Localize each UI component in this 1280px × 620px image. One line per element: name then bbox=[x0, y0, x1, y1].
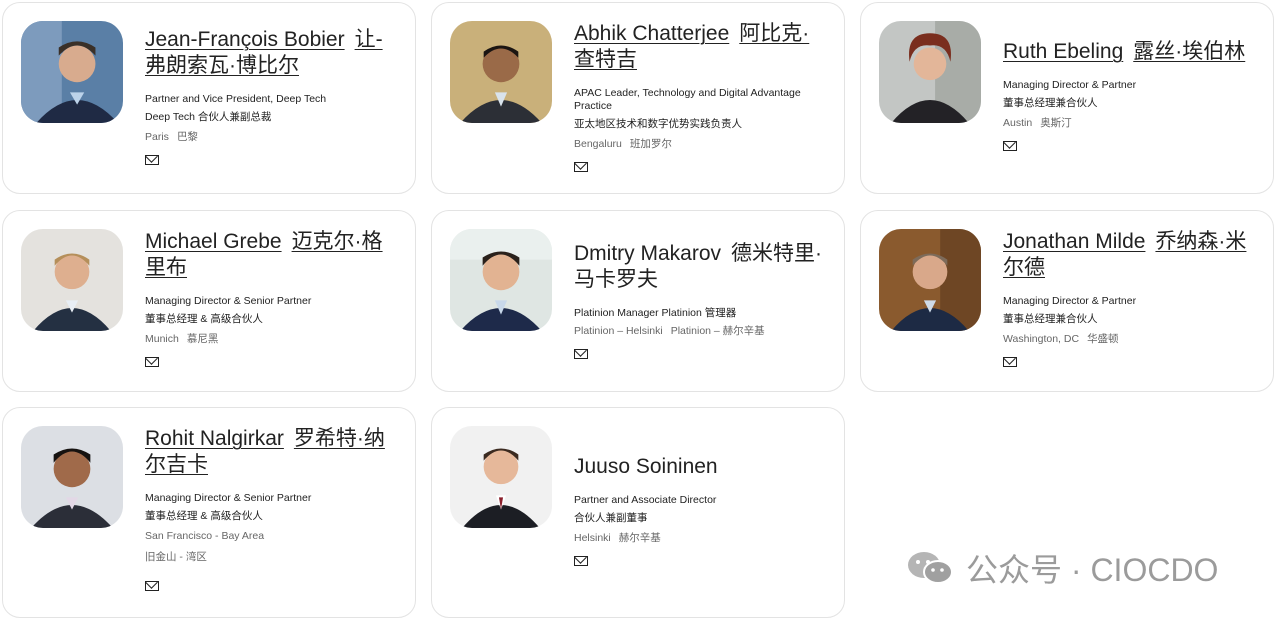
person-name-link[interactable]: Rohit Nalgirkar 罗希特·纳尔吉卡 bbox=[145, 427, 385, 476]
person-name-link[interactable]: Juuso Soininen bbox=[574, 455, 718, 478]
person-role: APAC Leader, Technology and Digital Adva… bbox=[574, 87, 801, 112]
person-photo bbox=[450, 426, 552, 528]
person-role-cn: 董事总经理兼合伙人 bbox=[1003, 97, 1098, 109]
person-location: Paris 巴黎 bbox=[145, 131, 198, 143]
person-role: Partner and Associate Director bbox=[574, 494, 717, 506]
mail-icon[interactable] bbox=[1003, 357, 1017, 367]
person-name-link[interactable]: Jonathan Milde 乔纳森·米尔德 bbox=[1003, 230, 1246, 279]
person-photo bbox=[450, 21, 552, 123]
person-location-cn: 旧金山 - 湾区 bbox=[145, 551, 207, 563]
person-location: Washington, DC 华盛顿 bbox=[1003, 333, 1119, 345]
person-card: Jonathan Milde 乔纳森·米尔德 Managing Director … bbox=[860, 210, 1274, 392]
person-role: Partner and Vice President, Deep Tech bbox=[145, 93, 327, 105]
mail-icon[interactable] bbox=[574, 556, 588, 566]
person-role-cn: 合伙人兼副董事 bbox=[574, 512, 648, 524]
person-location: Helsinki 赫尔辛基 bbox=[574, 532, 661, 544]
person-role-cn: Deep Tech 合伙人兼副总裁 bbox=[145, 111, 272, 123]
person-role-cn: 董事总经理 & 高级合伙人 bbox=[145, 510, 263, 522]
person-role-cn: 董事总经理兼合伙人 bbox=[1003, 313, 1098, 325]
person-card: Juuso Soininen Partner and Associate Dir… bbox=[431, 407, 845, 618]
person-role: Managing Director & Partner bbox=[1003, 79, 1137, 91]
mail-icon[interactable] bbox=[145, 357, 159, 367]
person-photo bbox=[21, 229, 123, 331]
person-photo bbox=[879, 21, 981, 123]
person-role-cn: 董事总经理 & 高级合伙人 bbox=[145, 313, 263, 325]
person-location: San Francisco - Bay Area bbox=[145, 530, 265, 542]
person-role: Managing Director & Partner bbox=[1003, 295, 1137, 307]
wechat-icon bbox=[908, 552, 953, 584]
person-card: Ruth Ebeling 露丝·埃伯林 Managing Director & P… bbox=[860, 2, 1274, 194]
person-role: Managing Director & Senior Partner bbox=[145, 295, 312, 307]
person-name-link[interactable]: Michael Grebe 迈克尔·格里布 bbox=[145, 230, 383, 279]
watermark: 公众号 · CIOCDO bbox=[906, 548, 1218, 588]
person-name-link[interactable]: Dmitry Makarov 德米特里·马卡罗夫 bbox=[574, 242, 822, 291]
person-role: Platinion Manager Platinion 管理器 bbox=[574, 307, 737, 319]
person-role: Managing Director & Senior Partner bbox=[145, 492, 312, 504]
mail-icon[interactable] bbox=[574, 349, 588, 359]
mail-icon[interactable] bbox=[574, 162, 588, 172]
person-card: Jean-François Bobier 让-弗朗索瓦·博比尔 Partner a… bbox=[2, 2, 416, 194]
person-name-link[interactable]: Jean-François Bobier 让-弗朗索瓦·博比尔 bbox=[145, 28, 383, 77]
mail-icon[interactable] bbox=[145, 155, 159, 165]
person-role-cn: 亚太地区技术和数字优势实践负责人 bbox=[574, 118, 742, 130]
person-card: Rohit Nalgirkar 罗希特·纳尔吉卡 Managing Directo… bbox=[2, 407, 416, 618]
person-photo bbox=[21, 21, 123, 123]
person-photo bbox=[450, 229, 552, 331]
person-card: Michael Grebe 迈克尔·格里布 Managing Director &… bbox=[2, 210, 416, 392]
mail-icon[interactable] bbox=[1003, 141, 1017, 151]
person-location: Bengaluru 班加罗尔 bbox=[574, 138, 672, 150]
mail-icon[interactable] bbox=[145, 581, 159, 591]
person-location: Munich 慕尼黑 bbox=[145, 333, 219, 345]
person-name-link[interactable]: Abhik Chatterjee 阿比克·查特吉 bbox=[574, 22, 809, 71]
person-photo bbox=[879, 229, 981, 331]
watermark-text: 公众号 · CIOCDO bbox=[966, 552, 1219, 588]
person-name-link[interactable]: Ruth Ebeling 露丝·埃伯林 bbox=[1003, 40, 1245, 63]
person-card: Abhik Chatterjee 阿比克·查特吉 APAC Leader, Tec… bbox=[431, 2, 845, 194]
person-location: Platinion – Helsinki Platinion – 赫尔辛基 bbox=[574, 325, 765, 337]
person-card: Dmitry Makarov 德米特里·马卡罗夫 Platinion Manage… bbox=[431, 210, 845, 392]
person-location: Austin 奥斯汀 bbox=[1003, 117, 1072, 129]
person-photo bbox=[21, 426, 123, 528]
